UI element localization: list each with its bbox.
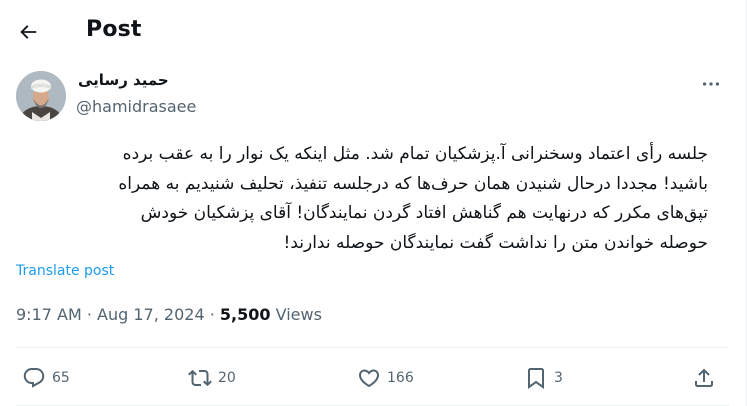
action-bar: 65 20 166 3 (0, 362, 746, 396)
repost-icon (188, 369, 212, 387)
post-text-line: حوصله خواندن متن را نداشت گفت نمایندگان … (283, 232, 708, 253)
like-count: 166 (387, 370, 414, 386)
post-time[interactable]: 9:17 AM (16, 305, 82, 324)
back-arrow-icon (20, 25, 37, 39)
like-icon (358, 369, 380, 388)
more-options-button[interactable] (694, 69, 728, 99)
bookmark-icon (528, 368, 544, 389)
bookmark-button[interactable]: 3 (524, 366, 563, 390)
reply-button[interactable]: 65 (22, 366, 70, 390)
repost-button[interactable]: 20 (188, 366, 236, 390)
post-text-line: جلسه رأی اعتماد وسخنرانی آ.پزشکیان تمام … (122, 144, 708, 164)
translate-post-link[interactable]: Translate post (16, 263, 114, 279)
meta-separator: · (209, 305, 215, 324)
share-icon (695, 368, 713, 387)
repost-count: 20 (218, 370, 236, 386)
avatar[interactable] (16, 71, 66, 121)
share-button[interactable] (692, 366, 722, 390)
divider (16, 347, 729, 348)
post-date[interactable]: Aug 17, 2024 (97, 305, 205, 324)
views-count: 5,500 (219, 305, 271, 324)
avatar-portrait (16, 71, 66, 121)
reply-count: 65 (52, 370, 70, 386)
back-button[interactable] (14, 18, 42, 46)
post-header: Post (0, 0, 746, 64)
post-text: جلسه رأی اعتماد وسخنرانی آ.پزشکیان تمام … (16, 140, 708, 258)
bookmark-count: 3 (554, 370, 563, 386)
author-name[interactable]: حمید رسایی (78, 71, 169, 89)
views-label: Views (275, 305, 322, 324)
more-icon (702, 82, 720, 86)
post-text-line: تپق‌های مکرر که درنهایت هم گناهش افتاد گ… (140, 203, 708, 223)
author-handle[interactable]: @hamidrasaee (76, 97, 196, 116)
post-meta: 9:17 AM · Aug 17, 2024 · 5,500 Views (16, 305, 322, 324)
page-title: Post (86, 17, 142, 42)
reply-icon (23, 368, 45, 388)
post-text-line: باشید! مجددا درحال شنیدن همان حرف‌ها که … (118, 173, 708, 194)
meta-separator: · (86, 305, 92, 324)
like-button[interactable]: 166 (357, 366, 414, 390)
